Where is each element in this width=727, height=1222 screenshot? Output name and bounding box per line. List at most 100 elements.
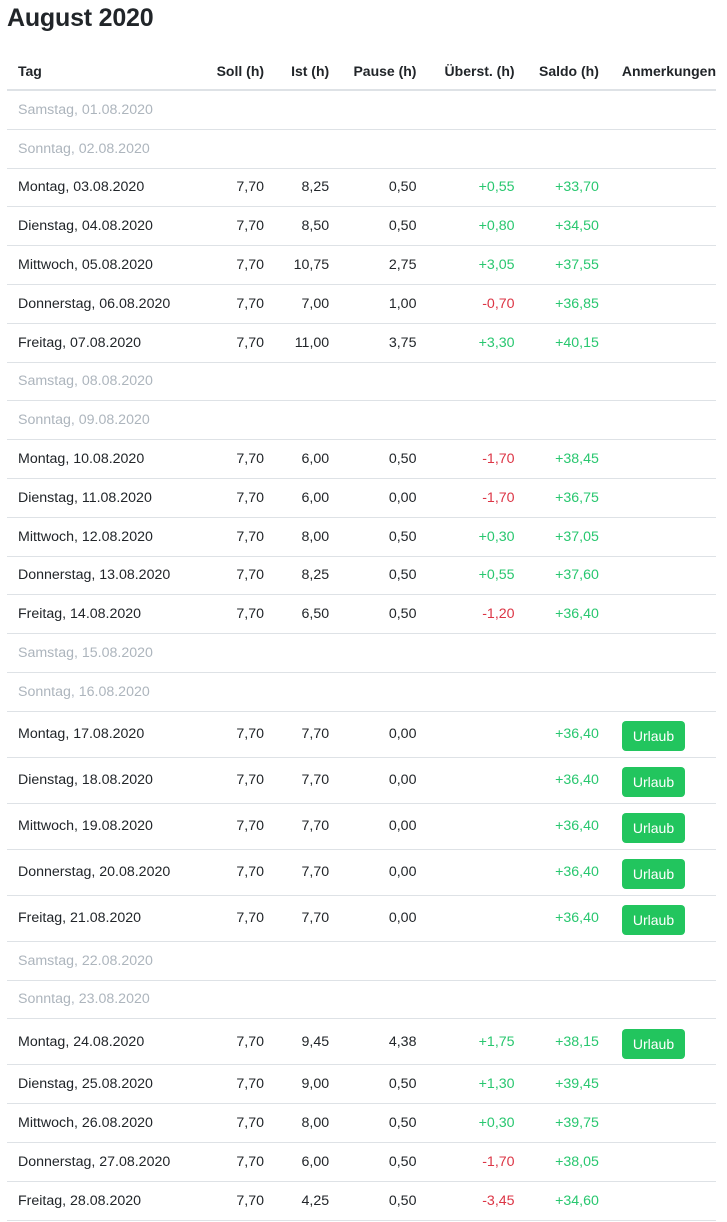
cell-tag: Montag, 10.08.2020 xyxy=(7,439,204,479)
table-row: Montag, 03.08.2020 7,70 8,25 0,50 +0,55 +33,7… xyxy=(7,168,716,208)
table-row: Donnerstag, 20.08.2020 7,70 7,70 0,00 +36,40… xyxy=(7,849,716,896)
cell-anmerkungen xyxy=(610,168,716,208)
table-row: Mittwoch, 19.08.2020 7,70 7,70 0,00 +36,40 Ur… xyxy=(7,803,716,850)
cell-tag: Mittwoch, 26.08.2020 xyxy=(7,1103,204,1143)
cell-tag: Donnerstag, 27.08.2020 xyxy=(7,1142,204,1182)
cell-pause: 0,50 xyxy=(341,1064,429,1105)
table-body: Samstag, 01.08.2020 Sonntag, 02.08.2020 Mo… xyxy=(7,90,716,1221)
cell-anmerkungen xyxy=(610,400,716,441)
cell-ist xyxy=(276,980,342,1020)
table-row: Freitag, 07.08.2020 7,70 11,00 3,75 +3,30 +40… xyxy=(7,323,716,363)
cell-tag: Montag, 17.08.2020 xyxy=(7,711,204,758)
cell-saldo xyxy=(526,90,611,130)
cell-ist xyxy=(276,400,342,441)
cell-pause: 0,00 xyxy=(341,895,429,942)
cell-soll: 7,70 xyxy=(203,711,277,758)
cell-ueberst xyxy=(428,129,527,169)
cell-ist: 8,00 xyxy=(276,517,342,557)
cell-ueberst xyxy=(428,895,527,942)
cell-ist: 10,75 xyxy=(276,245,342,285)
cell-ueberst: -1,70 xyxy=(428,439,527,479)
cell-soll: 7,70 xyxy=(203,895,277,942)
header-anmerkungen: Anmerkungen xyxy=(610,52,716,91)
cell-ueberst xyxy=(428,849,527,896)
cell-ist xyxy=(276,90,342,130)
table-row: Montag, 10.08.2020 7,70 6,00 0,50 -1,70 +38,4… xyxy=(7,439,716,479)
cell-ueberst: -3,45 xyxy=(428,1181,527,1221)
cell-tag: Donnerstag, 06.08.2020 xyxy=(7,284,204,324)
cell-saldo xyxy=(526,129,611,169)
cell-ist: 6,00 xyxy=(276,439,342,479)
cell-soll xyxy=(203,400,277,441)
cell-tag: Sonntag, 23.08.2020 xyxy=(7,980,204,1020)
cell-pause xyxy=(341,672,429,712)
cell-ueberst: +0,80 xyxy=(428,206,527,247)
table-row-weekend: Sonntag, 02.08.2020 xyxy=(7,129,716,169)
table-row: Dienstag, 04.08.2020 7,70 8,50 0,50 +0,80 +34… xyxy=(7,206,716,247)
cell-tag: Freitag, 07.08.2020 xyxy=(7,323,204,363)
urlaub-badge: Urlaub xyxy=(621,859,686,890)
header-row: Tag Soll (h) Ist (h) Pause (h) Überst. (… xyxy=(7,52,716,91)
header-tag: Tag xyxy=(7,52,204,91)
cell-ueberst: +0,55 xyxy=(428,168,527,208)
cell-saldo: +36,40 xyxy=(526,757,611,804)
urlaub-badge: Urlaub xyxy=(621,1028,686,1059)
cell-anmerkungen xyxy=(610,672,716,712)
cell-tag: Montag, 03.08.2020 xyxy=(7,168,204,208)
page-title: August 2020 xyxy=(7,4,154,32)
cell-pause: 2,75 xyxy=(341,245,429,285)
table-row-weekend: Sonntag, 09.08.2020 xyxy=(7,400,716,441)
cell-saldo: +37,60 xyxy=(526,556,611,596)
cell-tag: Samstag, 01.08.2020 xyxy=(7,90,204,130)
cell-soll: 7,70 xyxy=(203,323,277,363)
cell-saldo xyxy=(526,362,611,402)
cell-anmerkungen xyxy=(610,1181,716,1221)
table-row: Dienstag, 18.08.2020 7,70 7,70 0,00 +36,40 Ur… xyxy=(7,757,716,804)
cell-soll xyxy=(203,633,277,673)
cell-saldo: +36,40 xyxy=(526,803,611,850)
cell-ueberst xyxy=(428,941,527,981)
cell-tag: Freitag, 28.08.2020 xyxy=(7,1181,204,1221)
cell-ueberst xyxy=(428,672,527,712)
header-soll: Soll (h) xyxy=(203,52,277,91)
cell-ist: 7,70 xyxy=(276,803,342,850)
cell-anmerkungen xyxy=(610,90,716,130)
cell-ueberst: +1,30 xyxy=(428,1064,527,1105)
table-row: Mittwoch, 05.08.2020 7,70 10,75 2,75 +3,05 +3… xyxy=(7,245,716,285)
cell-tag: Samstag, 08.08.2020 xyxy=(7,362,204,402)
cell-saldo: +38,45 xyxy=(526,439,611,479)
cell-soll: 7,70 xyxy=(203,1142,277,1182)
cell-saldo: +37,55 xyxy=(526,245,611,285)
cell-pause: 0,50 xyxy=(341,594,429,635)
cell-ueberst: -1,70 xyxy=(428,478,527,518)
cell-ueberst xyxy=(428,90,527,130)
cell-tag: Freitag, 21.08.2020 xyxy=(7,895,204,942)
cell-soll: 7,70 xyxy=(203,206,277,247)
table-row: Freitag, 14.08.2020 7,70 6,50 0,50 -1,20 +36,… xyxy=(7,594,716,635)
cell-anmerkungen xyxy=(610,517,716,557)
cell-ist: 6,00 xyxy=(276,1142,342,1182)
cell-ueberst: +0,30 xyxy=(428,517,527,557)
cell-ist: 9,00 xyxy=(276,1064,342,1105)
cell-pause: 0,50 xyxy=(341,1142,429,1182)
table-row: Donnerstag, 27.08.2020 7,70 6,00 0,50 -1,70 +… xyxy=(7,1142,716,1182)
header-ueberst: Überst. (h) xyxy=(428,52,527,91)
table-row-weekend: Samstag, 08.08.2020 xyxy=(7,362,716,402)
cell-anmerkungen: Urlaub xyxy=(610,757,716,804)
cell-ueberst xyxy=(428,362,527,402)
cell-soll: 7,70 xyxy=(203,849,277,896)
cell-ist: 8,25 xyxy=(276,556,342,596)
table-row: Dienstag, 11.08.2020 7,70 6,00 0,00 -1,70 +36… xyxy=(7,478,716,518)
cell-anmerkungen xyxy=(610,206,716,247)
cell-pause xyxy=(341,362,429,402)
cell-pause: 0,50 xyxy=(341,206,429,247)
cell-pause: 0,00 xyxy=(341,803,429,850)
table-header: Tag Soll (h) Ist (h) Pause (h) Überst. (… xyxy=(7,52,716,91)
cell-pause: 0,00 xyxy=(341,849,429,896)
table-row: Donnerstag, 06.08.2020 7,70 7,00 1,00 -0,70 +… xyxy=(7,284,716,324)
cell-anmerkungen xyxy=(610,594,716,635)
cell-saldo: +39,75 xyxy=(526,1103,611,1143)
timesheet-table: Tag Soll (h) Ist (h) Pause (h) Überst. (… xyxy=(7,52,716,1221)
table-row: Freitag, 28.08.2020 7,70 4,25 0,50 -3,45 +34,… xyxy=(7,1181,716,1221)
cell-soll xyxy=(203,941,277,981)
